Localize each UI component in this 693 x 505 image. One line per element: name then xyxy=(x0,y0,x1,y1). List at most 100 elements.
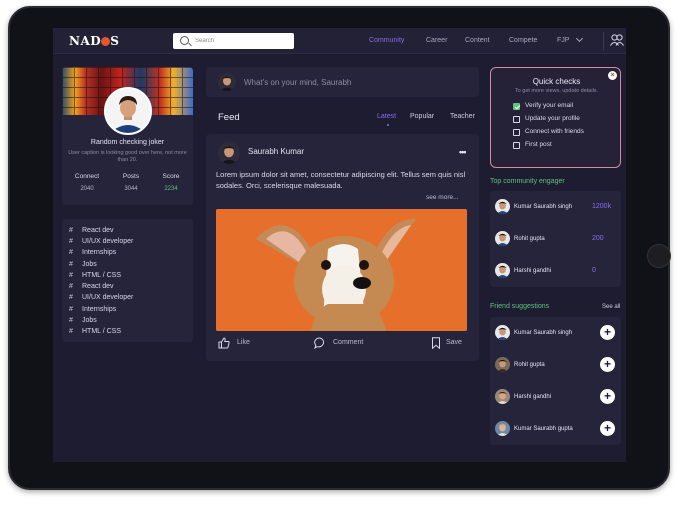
engager-name[interactable]: Harshi gandhi xyxy=(514,268,551,274)
stat-value-score: 2234 xyxy=(164,186,178,192)
engager-name[interactable]: Rohit gupta xyxy=(514,236,545,242)
stat-value-posts: 3044 xyxy=(124,186,138,192)
like-icon[interactable] xyxy=(218,337,230,349)
suggestions-title: Friend suggestions xyxy=(490,303,550,310)
hash-icon: # xyxy=(69,283,73,290)
comment-icon[interactable] xyxy=(314,337,326,349)
engager-name[interactable]: Kumar Saurabh singh xyxy=(514,204,572,210)
avatar[interactable] xyxy=(495,421,510,436)
search-box[interactable] xyxy=(173,33,294,49)
hash-icon: # xyxy=(69,238,73,245)
tag-item[interactable]: # HTML / CSS xyxy=(69,328,121,335)
hash-icon: # xyxy=(69,261,73,268)
profile-caption: User caption is looking good over here, … xyxy=(68,150,187,163)
more-icon[interactable]: ••• xyxy=(459,147,467,157)
tablet-camera xyxy=(647,244,671,268)
tag-item[interactable]: # Internships xyxy=(69,249,116,256)
suggestion-name[interactable]: Rohit gupta xyxy=(514,362,545,368)
avatar[interactable] xyxy=(104,87,152,135)
plus-icon[interactable]: + xyxy=(600,421,615,436)
nav-community[interactable]: Community xyxy=(369,37,404,44)
active-tab-indicator xyxy=(387,124,389,126)
see-all-link[interactable]: See all xyxy=(602,304,620,310)
chevron-down-icon[interactable] xyxy=(575,34,584,43)
hash-icon: # xyxy=(69,294,73,301)
tag-item[interactable]: # Internships xyxy=(69,306,116,313)
nav-divider xyxy=(603,32,604,50)
post-card: Saurabh Kumar ••• Lorem ipsum dolor sit … xyxy=(206,134,479,361)
quick-checks-card: × Quick checks To get more views, update… xyxy=(490,67,621,168)
stat-value-connect: 2040 xyxy=(80,186,94,192)
profile-card: Random checking joker User caption is lo… xyxy=(62,67,193,205)
quick-checks-title: Quick checks xyxy=(532,77,581,86)
nav-content[interactable]: Content xyxy=(465,37,490,44)
hash-icon: # xyxy=(69,328,73,335)
quick-checks-subtitle: To get more views, update details. xyxy=(514,88,599,94)
see-more-link[interactable]: see more... xyxy=(426,194,459,201)
tab-popular[interactable]: Popular xyxy=(410,113,434,120)
profile-name: Random checking joker xyxy=(90,139,165,146)
post-author[interactable]: Saurabh Kumar xyxy=(248,147,304,156)
nav-compete[interactable]: Compete xyxy=(509,37,537,44)
like-button[interactable]: Like xyxy=(237,339,250,346)
engagers-title: Top community engager xyxy=(490,178,565,185)
suggestion-name[interactable]: Kumar Saurabh singh xyxy=(514,330,572,336)
top-navbar: NADS Community Career Content Compete FJ… xyxy=(53,28,626,54)
tag-item[interactable]: # Jobs xyxy=(69,317,97,324)
search-input[interactable] xyxy=(195,35,290,47)
engager-score: 0 xyxy=(592,267,596,274)
engager-score: 200 xyxy=(592,235,604,242)
suggestion-name[interactable]: Harshi gandhi xyxy=(514,394,551,400)
compose-box[interactable]: What's on your mind, Saurabh xyxy=(206,67,479,97)
avatar[interactable] xyxy=(495,389,510,404)
nav-fjp[interactable]: FJP xyxy=(557,37,569,44)
tags-card: # React dev # UI/UX developer # Internships… xyxy=(62,219,193,342)
nav-career[interactable]: Career xyxy=(426,37,447,44)
plus-icon[interactable]: + xyxy=(600,357,615,372)
hash-icon: # xyxy=(69,227,73,234)
save-button[interactable]: Save xyxy=(446,339,462,346)
avatar[interactable] xyxy=(495,199,510,214)
post-text: Lorem ipsum dolor sit amet, consectetur … xyxy=(216,170,466,190)
tag-item[interactable]: # Jobs xyxy=(69,261,97,268)
tag-item[interactable]: # React dev xyxy=(69,283,114,290)
checkbox[interactable] xyxy=(513,142,520,149)
avatar[interactable] xyxy=(218,142,240,164)
search-icon xyxy=(180,36,189,45)
checkbox[interactable] xyxy=(513,116,520,123)
tag-item[interactable]: # UI/UX developer xyxy=(69,294,133,301)
users-icon[interactable] xyxy=(610,34,624,46)
feed-title: Feed xyxy=(218,112,240,123)
suggestion-name[interactable]: Kumar Saurabh gupta xyxy=(514,426,573,432)
compose-placeholder[interactable]: What's on your mind, Saurabh xyxy=(244,78,351,87)
post-image[interactable] xyxy=(216,209,467,331)
hash-icon: # xyxy=(69,317,73,324)
hash-icon: # xyxy=(69,306,73,313)
tag-item[interactable]: # React dev xyxy=(69,227,114,234)
checkbox[interactable] xyxy=(513,129,520,136)
tag-item[interactable]: # UI/UX developer xyxy=(69,238,133,245)
logo[interactable]: NAD S xyxy=(69,34,119,48)
plus-icon[interactable]: + xyxy=(600,389,615,404)
tab-latest[interactable]: Latest xyxy=(377,113,396,120)
stat-label-connect: Connect xyxy=(74,173,100,180)
stat-label-posts: Posts xyxy=(122,173,140,180)
plus-icon[interactable]: + xyxy=(600,325,615,340)
tab-teacher[interactable]: Teacher xyxy=(450,113,475,120)
avatar[interactable] xyxy=(495,357,510,372)
tag-item[interactable]: # HTML / CSS xyxy=(69,272,121,279)
stat-label-score: Score xyxy=(162,173,180,180)
suggestions-card: Kumar Saurabh singh + Rohit gupta + Hars… xyxy=(490,317,621,445)
hash-icon: # xyxy=(69,272,73,279)
engager-score: 1200k xyxy=(592,203,612,210)
checkbox[interactable] xyxy=(513,103,520,110)
engagers-card: Kumar Saurabh singh 1200k Rohit gupta 20… xyxy=(490,191,621,287)
avatar[interactable] xyxy=(495,231,510,246)
hash-icon: # xyxy=(69,249,73,256)
avatar[interactable] xyxy=(495,263,510,278)
app-screen: NADS Community Career Content Compete FJ… xyxy=(53,28,626,462)
bookmark-icon[interactable] xyxy=(430,337,442,349)
comment-button[interactable]: Comment xyxy=(333,339,363,346)
avatar xyxy=(218,73,236,91)
avatar[interactable] xyxy=(495,325,510,340)
